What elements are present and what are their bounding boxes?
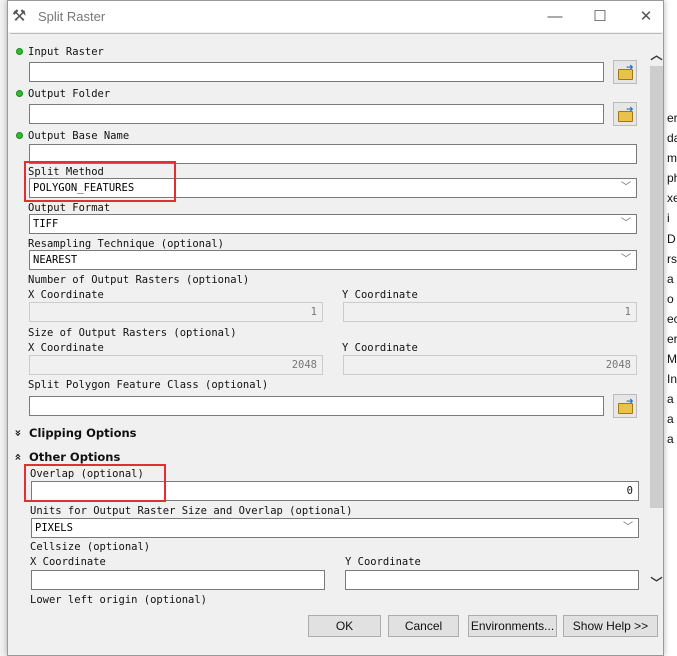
chevron-down-icon: ﹀ [621, 182, 631, 193]
bg-text: In [667, 372, 677, 386]
cancel-button[interactable]: Cancel [388, 615, 459, 637]
bg-text: er [667, 111, 677, 125]
maximize-button[interactable]: ☐ [580, 5, 620, 29]
resampling-select[interactable]: NEAREST ﹀ [29, 250, 637, 270]
title-bar[interactable]: ⚒ Split Raster — ☐ ✕ [8, 1, 663, 32]
scroll-up-arrow-icon[interactable]: ︿ [649, 46, 664, 63]
lower-left-origin-label: Lower left origin (optional) [30, 594, 208, 605]
num-output-label: Number of Output Rasters (optional) [28, 274, 250, 286]
size-output-label: Size of Output Rasters (optional) [28, 327, 237, 339]
resampling-label: Resampling Technique (optional) [28, 238, 224, 250]
bg-text: Mo [667, 352, 677, 366]
size-output-x-field[interactable]: 2048 [29, 355, 323, 375]
bg-text: a [667, 392, 674, 406]
cellsize-y-label: Y Coordinate [345, 556, 421, 568]
bg-text: da [667, 131, 677, 145]
hammer-icon: ⚒ [12, 6, 27, 25]
browse-split-polygon-button[interactable]: ➜ [613, 394, 637, 418]
background-window-right: er da m ph xe i D rs a o ec er Mo In a a… [662, 0, 677, 656]
cellsize-x-field[interactable] [31, 570, 325, 590]
scrollbar-thumb[interactable] [650, 66, 663, 508]
cellsize-x-label: X Coordinate [30, 556, 106, 568]
show-help-button[interactable]: Show Help >> [563, 615, 658, 637]
clipping-options-toggle[interactable]: »​ [12, 426, 26, 440]
highlight-box [24, 161, 176, 202]
double-chevron-down-icon: »​ [11, 429, 26, 437]
bg-text: o [667, 292, 674, 306]
output-folder-field[interactable] [29, 104, 604, 124]
bg-text: rs [667, 252, 677, 266]
cellsize-label: Cellsize (optional) [30, 541, 151, 553]
output-format-value: TIFF [33, 218, 59, 230]
num-output-y-field[interactable]: 1 [343, 302, 637, 322]
required-dot-icon [16, 132, 23, 139]
chevron-down-icon: ﹀ [621, 254, 631, 265]
output-format-select[interactable]: TIFF ﹀ [29, 214, 637, 234]
window-title: Split Raster [38, 9, 106, 24]
bg-text: a [667, 272, 674, 286]
double-chevron-up-icon[interactable]: « [12, 453, 26, 460]
size-output-y-label: Y Coordinate [342, 342, 418, 354]
output-format-label: Output Format [28, 202, 111, 214]
units-select[interactable]: PIXELS ﹀ [31, 518, 639, 538]
chevron-down-icon: ﹀ [623, 522, 633, 533]
required-dot-icon [16, 48, 23, 55]
split-polygon-label: Split Polygon Feature Class (optional) [28, 379, 269, 391]
bg-text: D [667, 232, 676, 246]
num-output-y-label: Y Coordinate [342, 289, 418, 301]
scroll-down-arrow-icon[interactable]: ﹀ [649, 574, 664, 591]
resampling-value: NEAREST [33, 254, 78, 266]
browse-input-raster-button[interactable]: ➜ [613, 60, 637, 84]
units-value: PIXELS [35, 522, 73, 534]
input-raster-field[interactable] [29, 62, 604, 82]
bg-text: er [667, 332, 677, 346]
chevron-down-icon: ﹀ [621, 218, 631, 229]
output-folder-label: Output Folder [28, 88, 111, 100]
bg-text: ph [667, 171, 677, 185]
close-button[interactable]: ✕ [626, 5, 666, 29]
size-output-y-field[interactable]: 2048 [343, 355, 637, 375]
split-polygon-field[interactable] [29, 396, 604, 416]
output-base-name-label: Output Base Name [28, 130, 130, 142]
units-label: Units for Output Raster Size and Overlap… [30, 505, 353, 517]
bg-text: xe [667, 191, 677, 205]
size-output-x-label: X Coordinate [28, 342, 104, 354]
minimize-button[interactable]: — [535, 5, 575, 29]
input-raster-label: Input Raster [28, 46, 104, 58]
bg-text: a [667, 412, 674, 426]
num-output-x-label: X Coordinate [28, 289, 104, 301]
ok-button[interactable]: OK [308, 615, 381, 637]
clipping-options-label[interactable]: Clipping Options [29, 426, 137, 440]
cellsize-y-field[interactable] [345, 570, 639, 590]
environments-button[interactable]: Environments... [468, 615, 557, 637]
bg-text: a [667, 432, 674, 446]
browse-output-folder-button[interactable]: ➜ [613, 102, 637, 126]
num-output-x-field[interactable]: 1 [29, 302, 323, 322]
bg-text: m [667, 151, 677, 165]
required-dot-icon [16, 90, 23, 97]
other-options-label[interactable]: Other Options [29, 450, 120, 464]
bg-text: i [667, 211, 670, 225]
highlight-box [24, 464, 166, 502]
bg-text: ec [667, 312, 677, 326]
